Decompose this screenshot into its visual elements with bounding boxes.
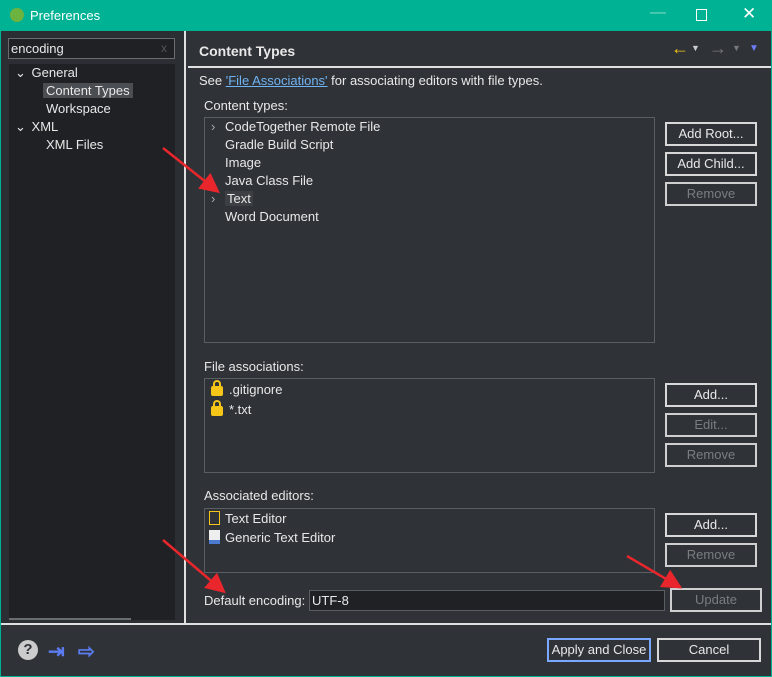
annotation-arrow [162, 147, 220, 194]
annotation-arrows [162, 147, 683, 594]
annotation-arrow [162, 539, 226, 594]
annotation-arrow [626, 554, 683, 589]
